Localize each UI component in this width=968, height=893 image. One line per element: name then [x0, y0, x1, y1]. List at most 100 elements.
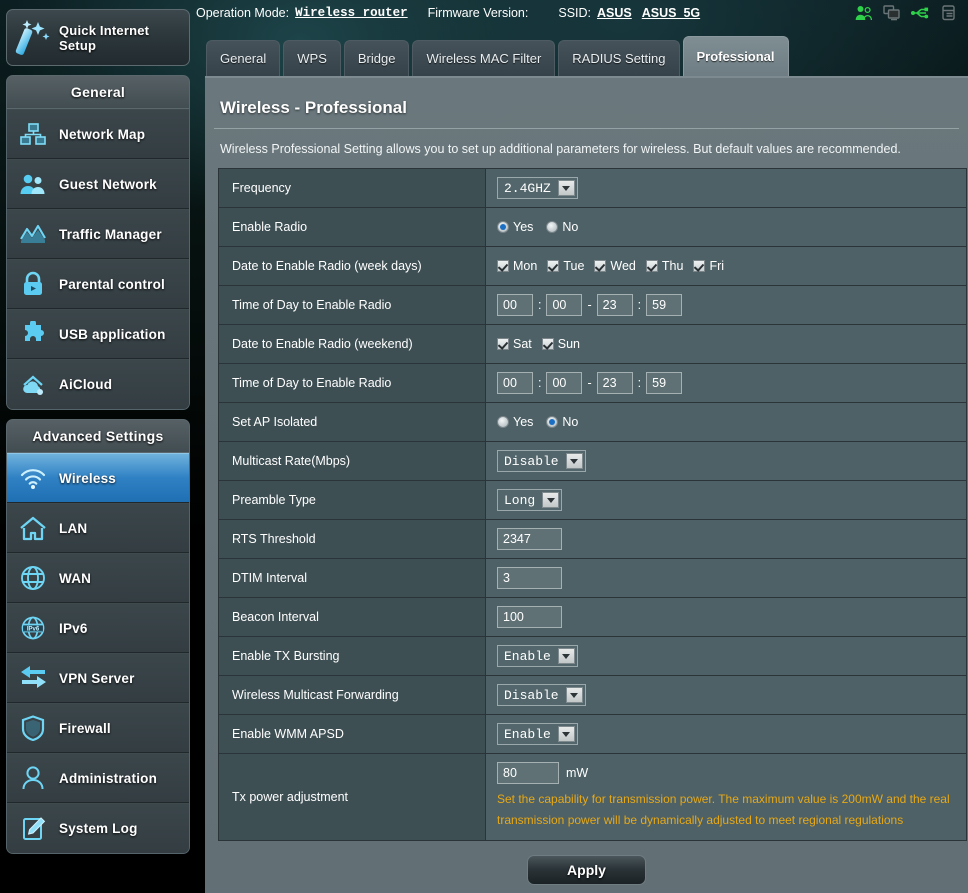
- row-time-of-day-weekday: Time of Day to Enable Radio : - :: [219, 286, 966, 325]
- checkbox-label: Wed: [610, 259, 636, 273]
- ap-isolated-no[interactable]: No: [546, 415, 578, 429]
- checkbox-icon: [594, 260, 607, 272]
- sidebar: Quick Internet Setup General Network Map: [0, 0, 196, 893]
- tx-power-input[interactable]: [497, 762, 559, 784]
- weekend-end-hour-input[interactable]: [596, 372, 633, 394]
- tab-radius-setting[interactable]: RADIUS Setting: [558, 40, 680, 76]
- devices-icon[interactable]: [883, 5, 900, 21]
- time-dash: -: [587, 298, 592, 312]
- sidebar-label: Network Map: [59, 126, 146, 142]
- wmm-apsd-select[interactable]: Enable: [497, 723, 578, 745]
- sidebar-item-administration[interactable]: Administration: [7, 753, 189, 803]
- ap-isolated-yes[interactable]: Yes: [497, 415, 533, 429]
- operation-mode-value[interactable]: Wireless router: [295, 6, 408, 20]
- sidebar-item-wan[interactable]: WAN: [7, 553, 189, 603]
- frequency-select[interactable]: 2.4GHZ: [497, 177, 578, 199]
- checkbox-mon[interactable]: Mon: [497, 259, 537, 273]
- sidebar-section-general: General: [6, 75, 190, 109]
- value-weekend-days: Sat Sun: [486, 325, 966, 363]
- sidebar-item-vpn-server[interactable]: VPN Server: [7, 653, 189, 703]
- weekday-end-hour-input[interactable]: [596, 294, 633, 316]
- label-frequency: Frequency: [219, 169, 486, 207]
- sidebar-item-firewall[interactable]: Firewall: [7, 703, 189, 753]
- page-description: Wireless Professional Setting allows you…: [220, 142, 901, 156]
- ssid-value-5g[interactable]: ASUS_5G: [642, 6, 700, 20]
- value-beacon-interval: [486, 598, 966, 636]
- time-range-weekday: : - :: [497, 294, 683, 316]
- multicast-rate-select[interactable]: Disable: [497, 450, 586, 472]
- clients-icon[interactable]: [855, 5, 872, 21]
- sidebar-item-parental-control[interactable]: Parental control: [7, 259, 189, 309]
- sidebar-item-lan[interactable]: LAN: [7, 503, 189, 553]
- weekday-start-minute-input[interactable]: [546, 294, 583, 316]
- label-tx-bursting: Enable TX Bursting: [219, 637, 486, 675]
- checkbox-label: Sun: [557, 337, 581, 351]
- weekend-start-minute-input[interactable]: [546, 372, 583, 394]
- usb-icon[interactable]: [911, 5, 930, 21]
- dtim-interval-input[interactable]: [497, 567, 562, 589]
- tab-professional[interactable]: Professional: [682, 36, 789, 76]
- sidebar-item-wireless[interactable]: Wireless: [7, 453, 189, 503]
- weekday-start-hour-input[interactable]: [497, 294, 533, 316]
- sidebar-advanced-list: Wireless LAN WAN IPv6 IPv6 VPN Server Fi…: [6, 453, 190, 854]
- sidebar-item-system-log[interactable]: System Log: [7, 803, 189, 853]
- label-weekend-days: Date to Enable Radio (weekend): [219, 325, 486, 363]
- tab-general[interactable]: General: [206, 40, 281, 76]
- radio-icon: [546, 416, 559, 428]
- beacon-interval-input[interactable]: [497, 606, 562, 628]
- enable-radio-no[interactable]: No: [546, 220, 578, 234]
- row-frequency: Frequency 2.4GHZ: [219, 169, 966, 208]
- value-time-of-day-weekend: : - :: [486, 364, 966, 402]
- tab-bridge[interactable]: Bridge: [343, 40, 410, 76]
- radio-icon: [546, 221, 559, 233]
- value-week-days: Mon Tue Wed Thu Fri: [486, 247, 966, 285]
- sidebar-label: VPN Server: [59, 670, 135, 686]
- checkbox-sun[interactable]: Sun: [541, 337, 581, 351]
- checkbox-sat[interactable]: Sat: [497, 337, 532, 351]
- checkbox-thu[interactable]: Thu: [645, 259, 684, 273]
- multicast-forwarding-select[interactable]: Disable: [497, 684, 586, 706]
- apply-button[interactable]: Apply: [527, 855, 646, 885]
- tab-wireless-mac-filter[interactable]: Wireless MAC Filter: [412, 40, 556, 76]
- sidebar-item-usb-application[interactable]: USB application: [7, 309, 189, 359]
- chevron-down-icon: [565, 453, 583, 469]
- operation-mode-label: Operation Mode:: [196, 6, 290, 20]
- tab-wps[interactable]: WPS: [283, 40, 341, 76]
- checkbox-fri[interactable]: Fri: [693, 259, 724, 273]
- preamble-type-select[interactable]: Long: [497, 489, 563, 511]
- home-icon: [7, 508, 59, 548]
- printer-icon[interactable]: [941, 5, 956, 21]
- ssid-label: SSID:: [558, 6, 592, 20]
- sidebar-item-traffic-manager[interactable]: Traffic Manager: [7, 209, 189, 259]
- ssid-value-24g[interactable]: ASUS: [597, 6, 632, 20]
- checkbox-icon: [645, 260, 658, 272]
- radio-label: Yes: [513, 415, 534, 429]
- chevron-down-icon: [542, 492, 560, 508]
- checkbox-label: Tue: [563, 259, 585, 273]
- checkbox-tue[interactable]: Tue: [547, 259, 584, 273]
- quick-internet-setup-label: Quick Internet Setup: [59, 22, 150, 53]
- sidebar-item-guest-network[interactable]: Guest Network: [7, 159, 189, 209]
- time-colon: :: [538, 376, 542, 390]
- cloud-icon: [7, 365, 59, 405]
- enable-radio-yes[interactable]: Yes: [497, 220, 533, 234]
- quick-internet-setup-button[interactable]: Quick Internet Setup: [6, 9, 190, 66]
- sidebar-item-network-map[interactable]: Network Map: [7, 109, 189, 159]
- row-tx-bursting: Enable TX Bursting Enable: [219, 637, 966, 676]
- weekend-start-hour-input[interactable]: [497, 372, 533, 394]
- weekend-end-minute-input[interactable]: [646, 372, 683, 394]
- weekday-end-minute-input[interactable]: [646, 294, 683, 316]
- enable-radio-group: Yes No: [497, 220, 584, 234]
- checkbox-wed[interactable]: Wed: [594, 259, 636, 273]
- row-tx-power-adjustment: Tx power adjustment mW Set the capabilit…: [219, 754, 966, 840]
- guest-network-icon: [7, 164, 59, 204]
- sidebar-item-ipv6[interactable]: IPv6 IPv6: [7, 603, 189, 653]
- tx-bursting-select[interactable]: Enable: [497, 645, 578, 667]
- chevron-down-icon: [557, 726, 575, 742]
- sidebar-item-aicloud[interactable]: AiCloud: [7, 359, 189, 409]
- checkbox-icon: [497, 338, 509, 350]
- rts-threshold-input[interactable]: [497, 528, 562, 550]
- checkbox-icon: [547, 260, 560, 272]
- checkbox-label: Thu: [661, 259, 684, 273]
- lock-icon: [7, 264, 59, 304]
